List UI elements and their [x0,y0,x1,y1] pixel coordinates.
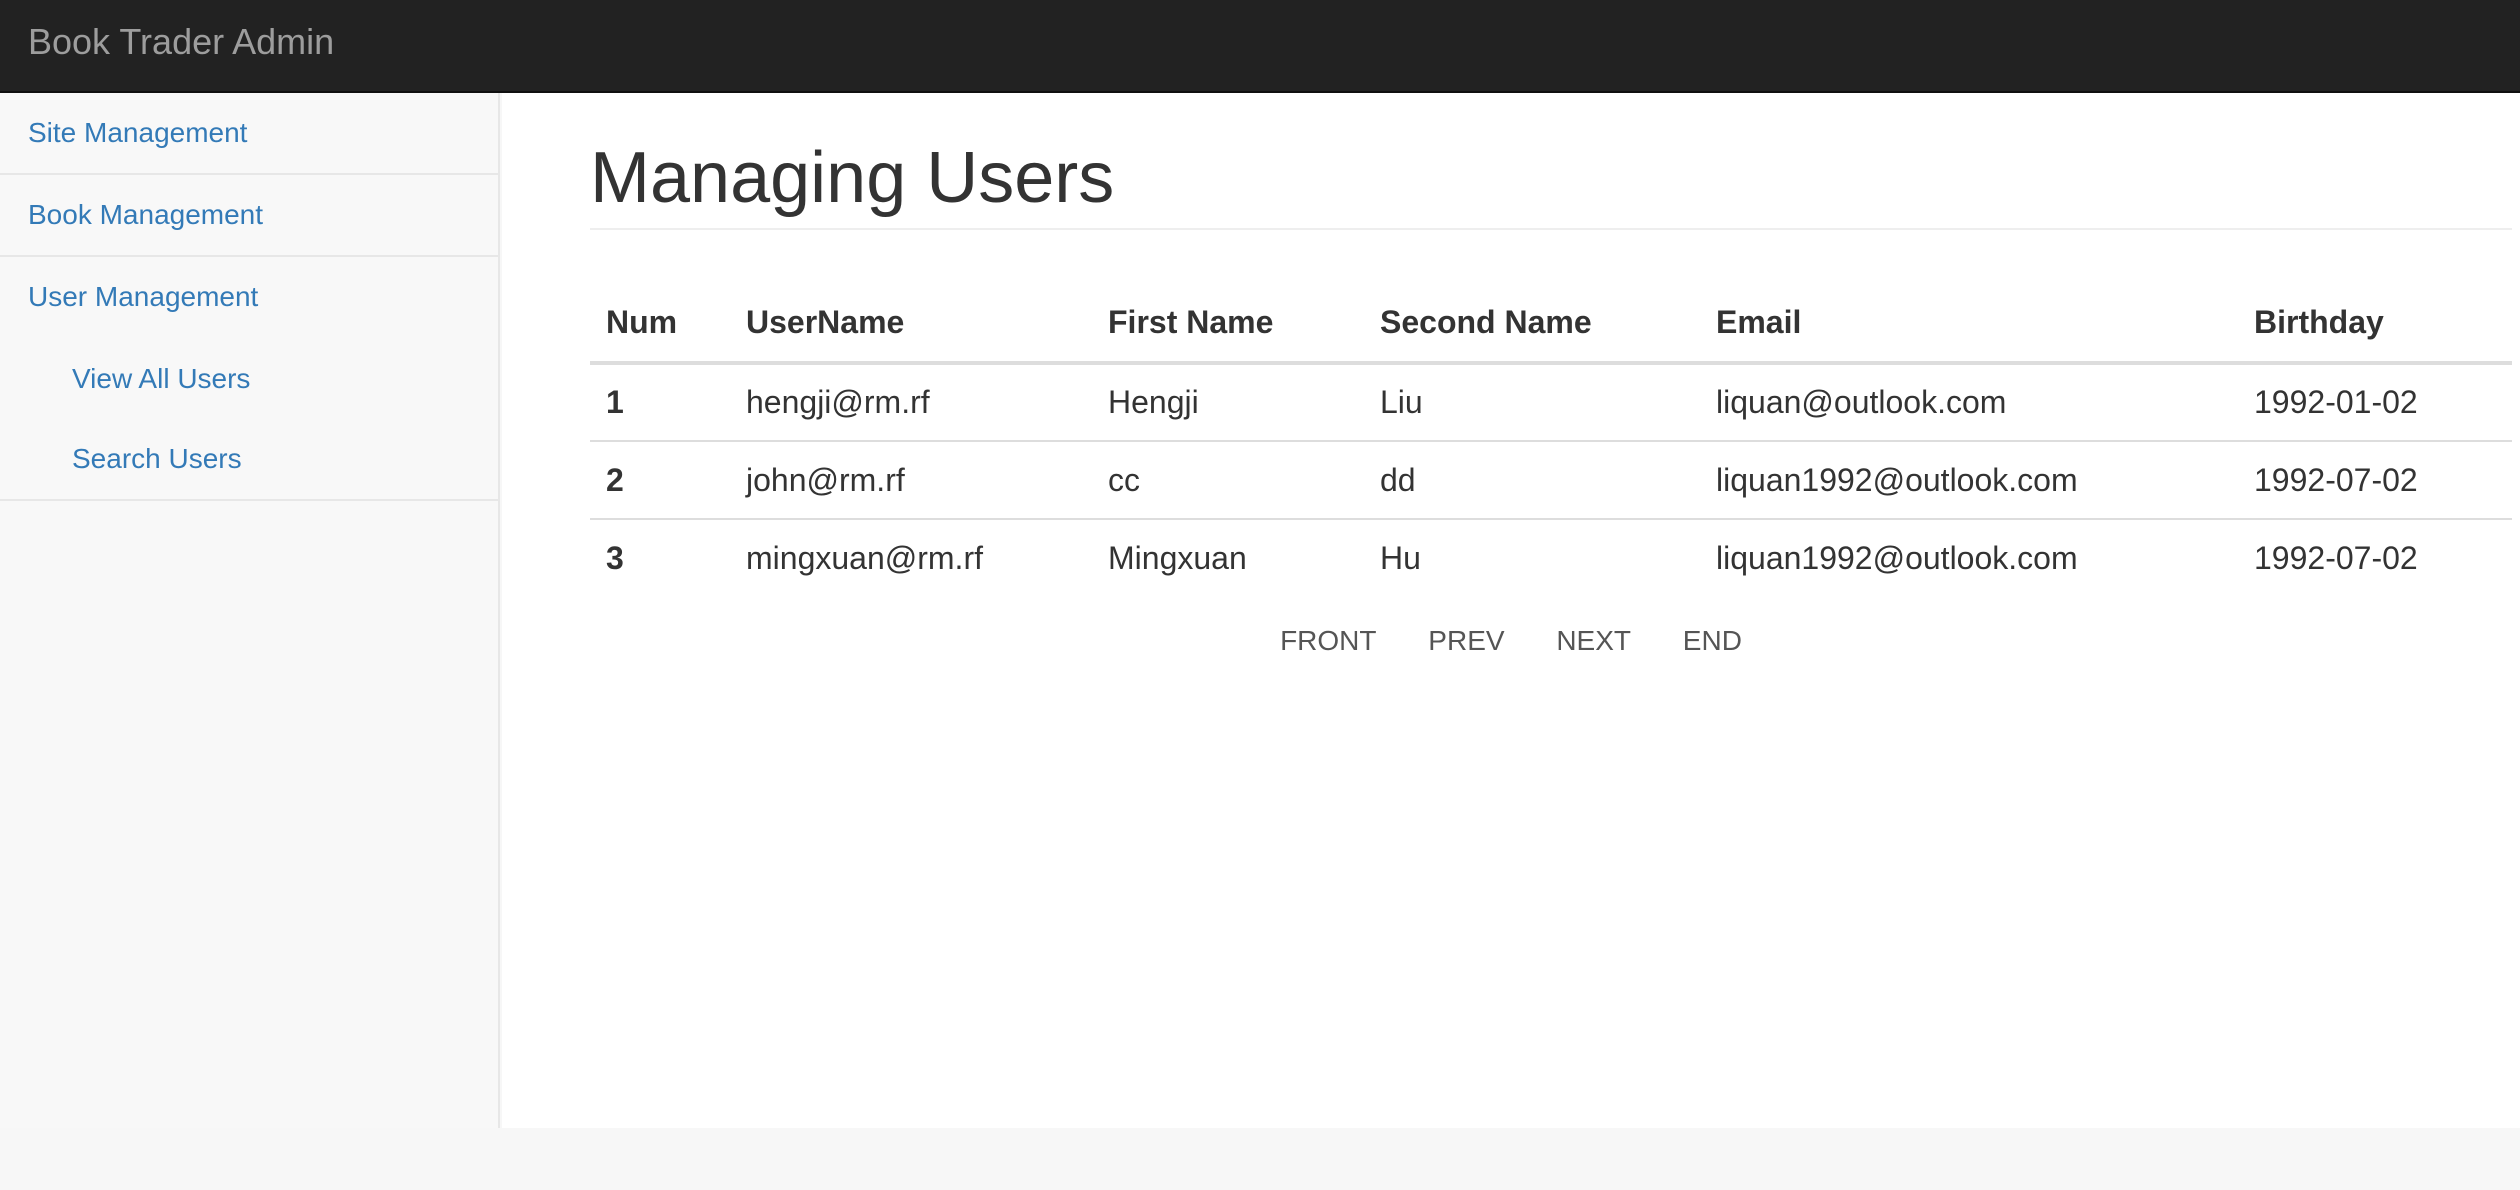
users-table: Num UserName First Name Second Name Emai… [590,283,2512,597]
pager-end-link[interactable]: END [1683,621,1742,661]
pager-front-link[interactable]: FRONT [1280,621,1376,661]
column-header-first-name: First Name [1092,283,1364,365]
pager-prev-link[interactable]: PREV [1428,621,1504,661]
column-header-num: Num [590,283,730,365]
cell-first-name: Mingxuan [1108,540,1247,576]
table-row: 3 mingxuan@rm.rf Mingxuan Hu liquan1992@… [590,519,2512,597]
sidebar-subitem-search-users[interactable]: Search Users [0,419,498,499]
page-title: Managing Users [590,138,1115,218]
cell-birthday: 1992-07-02 [2238,441,2512,520]
column-header-birthday: Birthday [2238,283,2512,365]
column-header-username: UserName [730,283,1092,365]
column-header-second-name: Second Name [1364,283,1700,365]
cell-username: john@rm.rf [730,441,1092,520]
cell-birthday: 1992-07-02 [2254,540,2418,576]
cell-num: 1 [590,363,730,442]
sidebar: Site Management Book Management User Man… [0,93,500,1128]
title-divider [590,228,2512,230]
sidebar-item-book-management[interactable]: Book Management [0,175,498,257]
table-row: 2 john@rm.rf cc dd liquan1992@outlook.co… [590,441,2512,520]
cell-second-name: Hu [1380,540,1421,576]
cell-username: mingxuan@rm.rf [746,540,983,576]
table-header-row: Num UserName First Name Second Name Emai… [590,283,2512,365]
cell-first-name: cc [1092,441,1364,520]
cell-email: liquan1992@outlook.com [1700,441,2238,520]
pager-next-link[interactable]: NEXT [1556,621,1631,661]
table-row: 1 hengji@rm.rf Hengji Liu liquan@outlook… [590,363,2512,442]
cell-num: 3 [606,540,624,576]
sidebar-menu: Site Management Book Management User Man… [0,93,498,501]
cell-first-name: Hengji [1092,363,1364,442]
column-header-email: Email [1700,283,2238,365]
cell-num: 2 [590,441,730,520]
sidebar-item-site-management[interactable]: Site Management [0,93,498,175]
cell-birthday: 1992-01-02 [2238,363,2512,442]
cell-username: hengji@rm.rf [730,363,1092,442]
cell-second-name: dd [1364,441,1700,520]
main-content: Managing Users Num UserName First Name S… [502,93,2520,1128]
top-navbar: Book Trader Admin [0,0,2520,93]
sidebar-item-user-management[interactable]: User Management [0,257,498,339]
pagination: FRONT PREV NEXT END [502,621,2520,661]
cell-email: liquan@outlook.com [1700,363,2238,442]
brand-link[interactable]: Book Trader Admin [28,20,334,64]
cell-email: liquan1992@outlook.com [1716,540,2078,576]
cell-second-name: Liu [1364,363,1700,442]
sidebar-subitem-view-all-users[interactable]: View All Users [0,339,498,419]
